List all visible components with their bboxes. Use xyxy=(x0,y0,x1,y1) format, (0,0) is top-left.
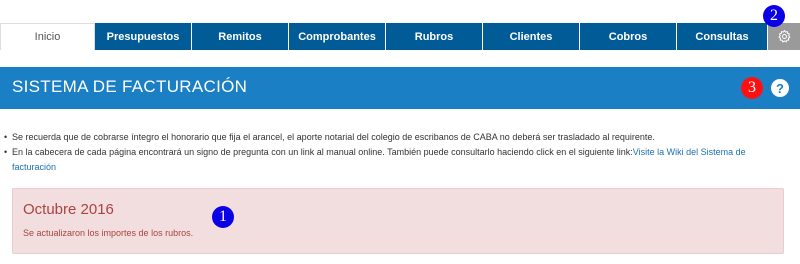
tab-remitos[interactable]: Remitos xyxy=(192,23,289,50)
tab-presupuestos[interactable]: Presupuestos xyxy=(95,23,192,50)
tab-clientes[interactable]: Clientes xyxy=(483,23,580,50)
tab-inicio[interactable]: Inicio xyxy=(0,23,95,50)
tab-label: Remitos xyxy=(218,30,262,43)
tab-comprobantes[interactable]: Comprobantes xyxy=(289,23,386,50)
tab-label: Comprobantes xyxy=(298,30,376,43)
help-icon[interactable]: ? xyxy=(771,79,789,97)
alert-box: Octubre 2016 Se actualizaron los importe… xyxy=(12,188,784,254)
tab-label: Clientes xyxy=(509,30,553,43)
note-text: Se recuerda que de cobrarse íntegro el h… xyxy=(12,132,655,142)
badge-3: 3 xyxy=(741,77,763,99)
gear-icon xyxy=(777,29,791,43)
tab-label: Rubros xyxy=(414,30,454,43)
alert-text: Se actualizaron los importes de los rubr… xyxy=(23,228,194,238)
notes-list: Se recuerda que de cobrarse íntegro el h… xyxy=(0,130,790,175)
tab-label: Presupuestos xyxy=(106,30,180,43)
list-item: Se recuerda que de cobrarse íntegro el h… xyxy=(0,130,790,145)
badge-1: 1 xyxy=(212,206,234,228)
list-item: En la cabecera de cada página encontrará… xyxy=(0,145,790,175)
tab-cobros[interactable]: Cobros xyxy=(580,23,677,50)
tab-rubros[interactable]: Rubros xyxy=(386,23,483,50)
badge-2: 2 xyxy=(763,5,785,27)
alert-title: Octubre 2016 xyxy=(23,201,114,218)
tab-label: Consultas xyxy=(695,30,749,43)
page-header: SISTEMA DE FACTURACIÓN xyxy=(0,67,800,109)
tab-label: Inicio xyxy=(34,31,61,43)
tab-consultas[interactable]: Consultas xyxy=(677,23,768,50)
page-title: SISTEMA DE FACTURACIÓN xyxy=(12,77,248,96)
tab-label: Cobros xyxy=(608,30,648,43)
note-text: En la cabecera de cada página encontrará… xyxy=(12,147,633,157)
nav-tabs: Inicio Presupuestos Remitos Comprobantes… xyxy=(0,0,800,50)
settings-tab[interactable] xyxy=(768,23,800,50)
